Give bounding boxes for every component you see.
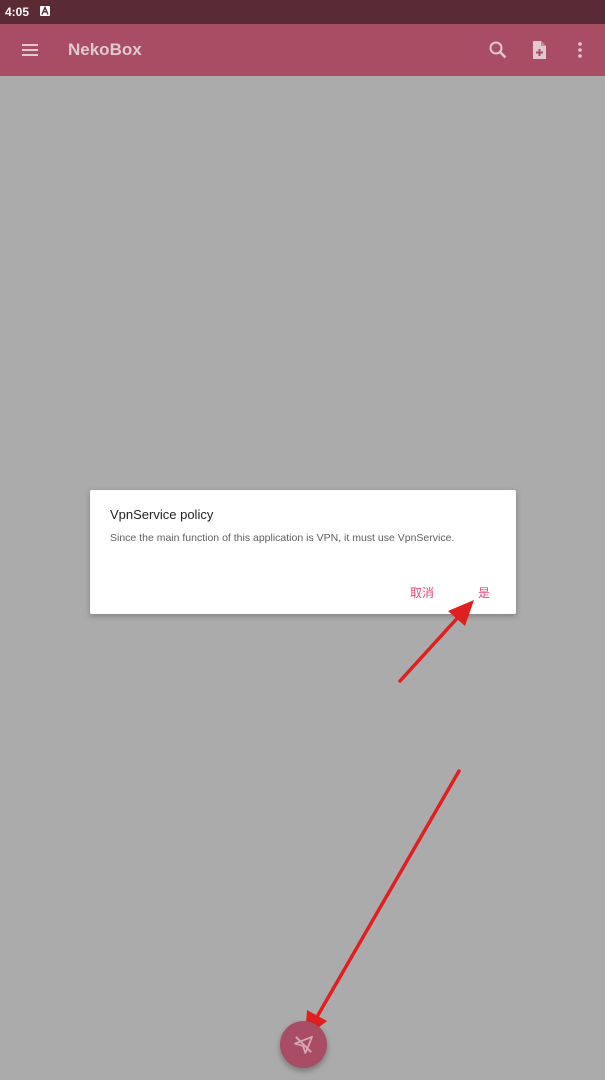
- dialog-message: Since the main function of this applicat…: [110, 532, 455, 544]
- vpn-connect-fab[interactable]: [280, 1021, 327, 1068]
- more-vert-icon[interactable]: [568, 38, 592, 62]
- status-bar: 4:05: [0, 0, 605, 24]
- search-icon[interactable]: [486, 38, 510, 62]
- add-file-icon[interactable]: [527, 38, 551, 62]
- notification-a-icon: [40, 6, 50, 16]
- dialog-title: VpnService policy: [110, 507, 214, 522]
- screen: 4:05 NekoBox VpnService policy Since the…: [0, 0, 605, 1080]
- confirm-button[interactable]: 是: [478, 584, 490, 601]
- app-title: NekoBox: [68, 40, 142, 59]
- vpn-policy-dialog: VpnService policy Since the main functio…: [90, 490, 516, 614]
- cancel-button[interactable]: 取消: [410, 584, 434, 601]
- status-time: 4:05: [5, 5, 30, 19]
- arrow-to-fab: [305, 769, 461, 1038]
- app-toolbar: NekoBox: [0, 24, 605, 76]
- menu-icon[interactable]: [18, 38, 42, 62]
